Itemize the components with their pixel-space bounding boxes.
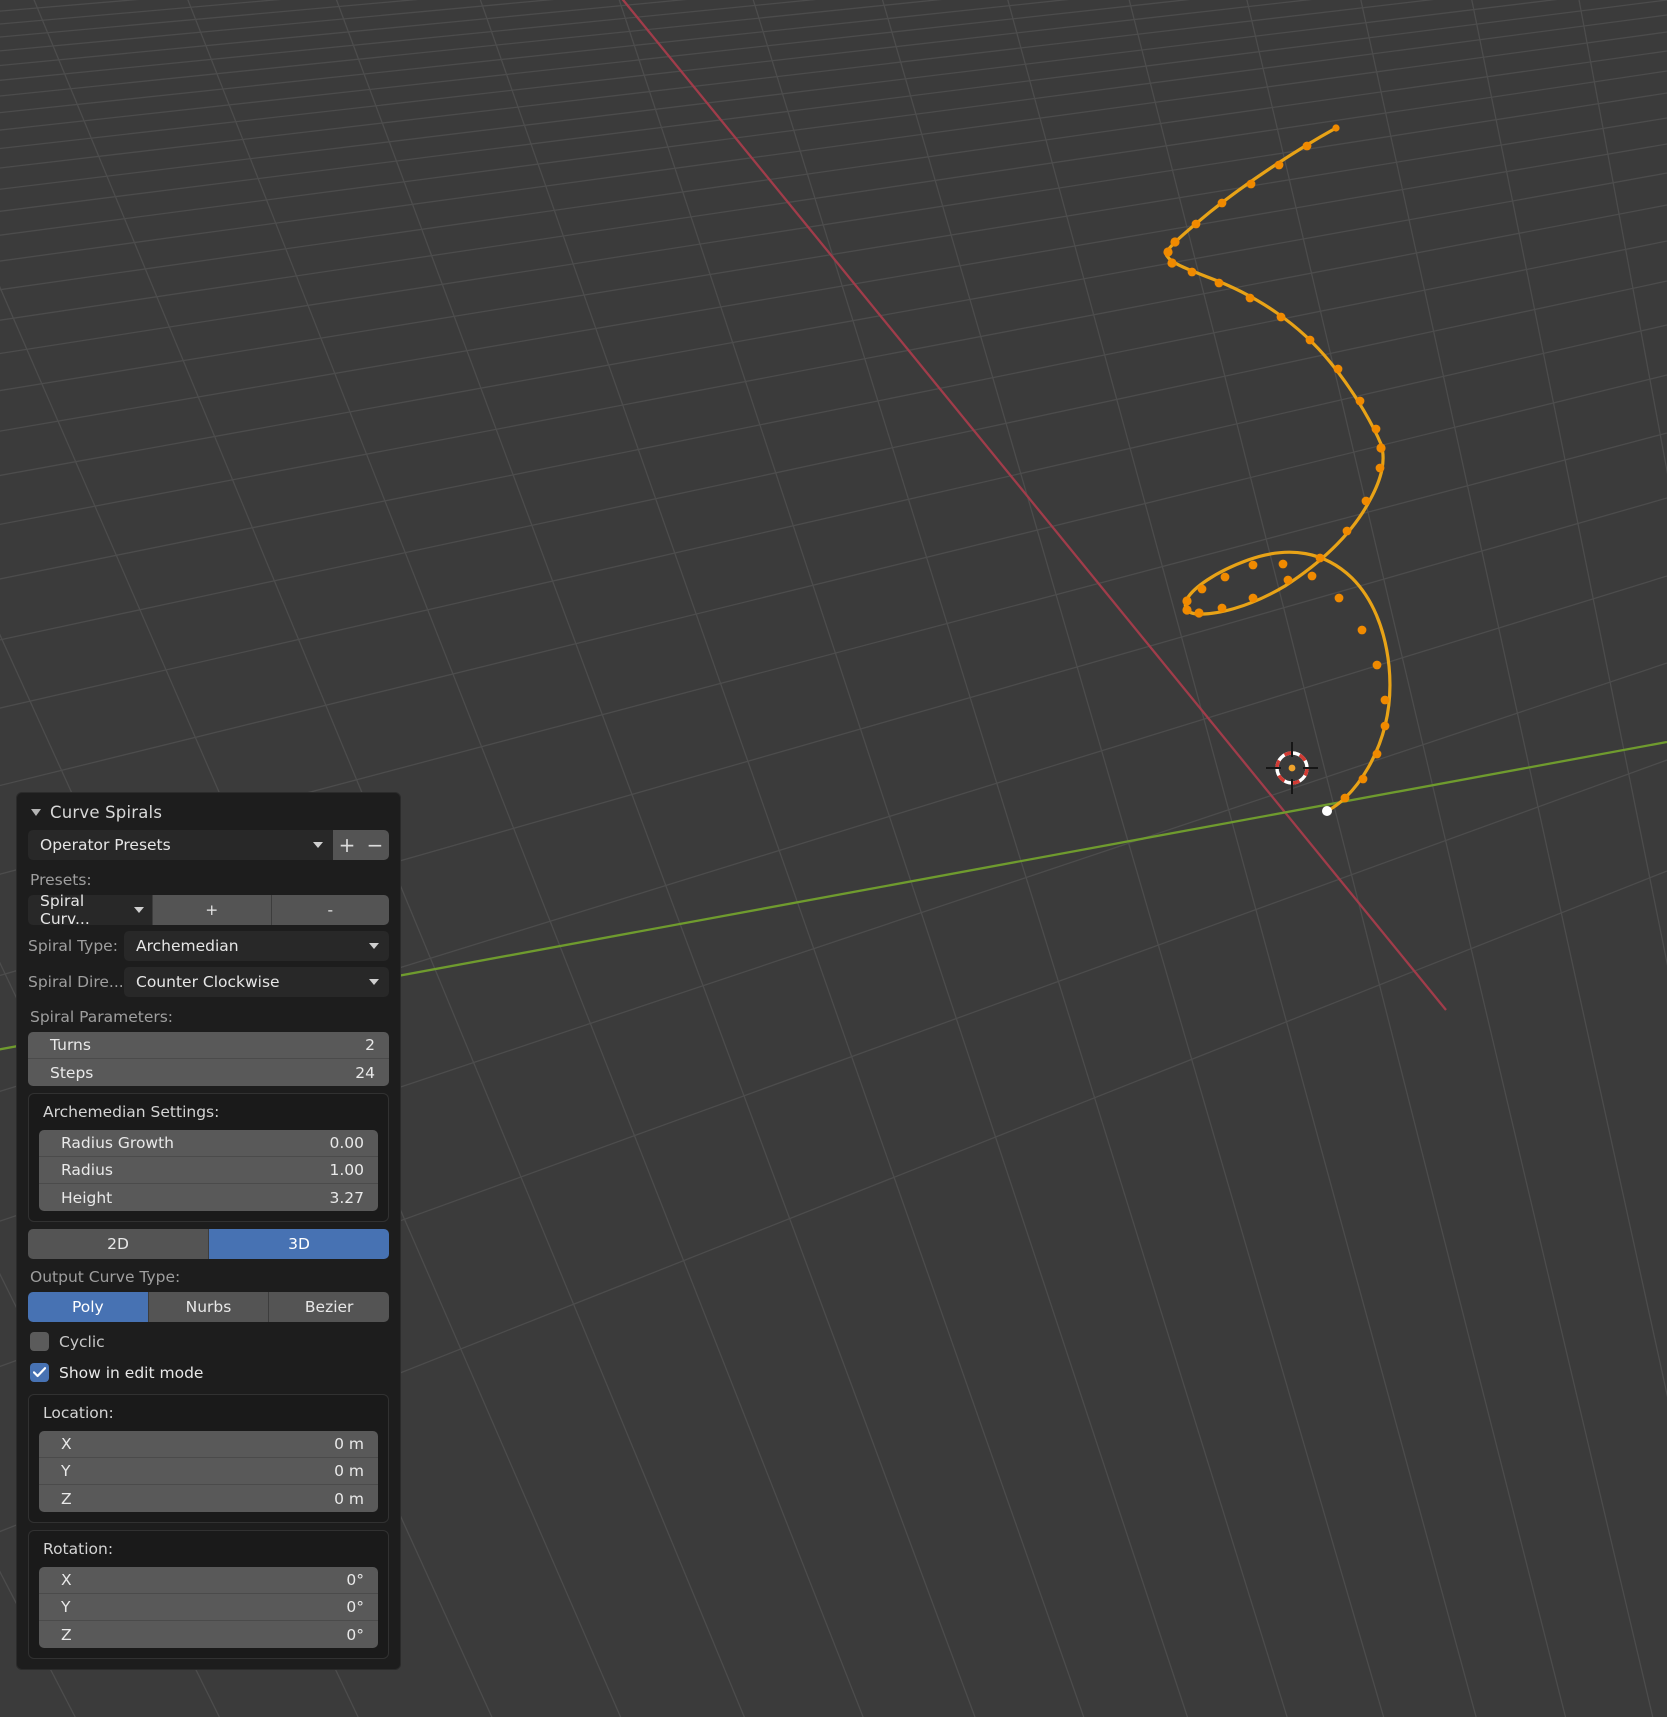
operator-presets-dropdown[interactable]: Operator Presets (28, 830, 333, 860)
spiral-type-value: Archemedian (136, 937, 239, 955)
location-title: Location: (43, 1404, 114, 1422)
minus-icon: - (327, 901, 334, 919)
cyclic-checkbox[interactable] (30, 1332, 49, 1351)
location-box: Location: X 0 m Y 0 m Z 0 m (28, 1394, 389, 1523)
presets-section-label: Presets: (30, 871, 92, 889)
spiral-direction-dropdown[interactable]: Counter Clockwise (124, 967, 389, 997)
rotation-box: Rotation: X 0° Y 0° Z 0° (28, 1530, 389, 1659)
preset-dropdown[interactable]: Spiral Curv... (28, 892, 152, 928)
cyclic-row[interactable]: Cyclic (28, 1326, 389, 1357)
3d-cursor (1266, 742, 1318, 794)
location-y-value: 0 m (334, 1462, 364, 1480)
plus-icon: + (205, 901, 219, 919)
panel-title: Curve Spirals (50, 803, 163, 822)
dimension-toggle: 2D 3D (28, 1229, 389, 1259)
height-field[interactable]: Height 3.27 (39, 1184, 378, 1211)
location-y-field[interactable]: Y 0 m (39, 1458, 378, 1485)
rotation-y-field[interactable]: Y 0° (39, 1594, 378, 1621)
curve-vertices (1163, 124, 1390, 803)
radius-label: Radius (61, 1161, 113, 1179)
chevron-down-icon (369, 979, 379, 985)
operator-redo-panel: Curve Spirals Operator Presets + − Prese… (16, 792, 401, 1670)
chevron-down-icon (134, 907, 144, 913)
radius-field[interactable]: Radius 1.00 (39, 1157, 378, 1184)
output-curve-type-label: Output Curve Type: (30, 1268, 181, 1286)
curve-type-nurbs-button[interactable]: Nurbs (148, 1292, 270, 1322)
radius-value: 1.00 (329, 1161, 364, 1179)
turns-label: Turns (50, 1036, 91, 1054)
steps-value: 24 (355, 1063, 375, 1082)
triangle-down-icon[interactable] (31, 809, 41, 816)
radius-growth-label: Radius Growth (61, 1134, 175, 1152)
show-in-edit-mode-row[interactable]: Show in edit mode (28, 1357, 389, 1388)
archemedian-fields: Radius Growth 0.00 Radius 1.00 Height 3.… (39, 1130, 378, 1211)
turns-value: 2 (365, 1036, 375, 1054)
archemedian-settings-title: Archemedian Settings: (43, 1103, 220, 1121)
spiral-curve[interactable] (1163, 124, 1392, 816)
spiral-direction-label: Spiral Dire... (28, 973, 124, 991)
rotation-x-field[interactable]: X 0° (39, 1567, 378, 1594)
show-in-edit-mode-label: Show in edit mode (59, 1363, 204, 1382)
height-value: 3.27 (329, 1188, 364, 1207)
height-label: Height (61, 1188, 113, 1207)
curve-type-poly-button[interactable]: Poly (28, 1292, 149, 1322)
spiral-type-dropdown[interactable]: Archemedian (124, 931, 389, 961)
show-in-edit-mode-checkbox[interactable] (30, 1363, 49, 1382)
preset-remove-button[interactable]: - (270, 895, 389, 925)
location-z-value: 0 m (334, 1489, 364, 1508)
location-z-label: Z (61, 1489, 72, 1508)
radius-growth-value: 0.00 (329, 1134, 364, 1152)
steps-label: Steps (50, 1063, 94, 1082)
blender-window: Curve Spirals Operator Presets + − Prese… (0, 0, 1667, 1717)
preset-dropdown-row: Spiral Curv... + - (28, 892, 389, 928)
dimension-2d-button[interactable]: 2D (28, 1229, 209, 1259)
rotation-title: Rotation: (43, 1540, 114, 1558)
plus-icon: + (338, 833, 356, 857)
preset-add-button[interactable]: + (152, 895, 271, 925)
remove-preset-button[interactable]: − (361, 830, 389, 860)
radius-growth-field[interactable]: Radius Growth 0.00 (39, 1130, 378, 1157)
location-x-value: 0 m (334, 1435, 364, 1453)
chevron-down-icon (313, 842, 323, 848)
rotation-fields: X 0° Y 0° Z 0° (39, 1567, 378, 1648)
rotation-x-value: 0° (346, 1571, 364, 1589)
minus-icon: − (366, 833, 384, 857)
location-z-field[interactable]: Z 0 m (39, 1485, 378, 1512)
spiral-direction-row: Spiral Dire... Counter Clockwise (28, 967, 389, 997)
dimension-3d-button[interactable]: 3D (209, 1229, 389, 1259)
add-preset-button[interactable]: + (333, 830, 361, 860)
rotation-y-label: Y (61, 1598, 71, 1616)
archemedian-settings-box: Archemedian Settings: Radius Growth 0.00… (28, 1093, 389, 1222)
active-vertex (1322, 806, 1332, 816)
panel-header[interactable]: Curve Spirals (17, 793, 400, 830)
operator-presets-row: Operator Presets + − (28, 830, 389, 860)
rotation-z-label: Z (61, 1625, 72, 1644)
spiral-parameters-group: Turns 2 Steps 24 (28, 1032, 389, 1086)
location-x-field[interactable]: X 0 m (39, 1431, 378, 1458)
location-fields: X 0 m Y 0 m Z 0 m (39, 1431, 378, 1512)
rotation-z-value: 0° (346, 1625, 364, 1644)
check-icon (33, 1367, 46, 1378)
panel-body: Operator Presets + − Presets: Spiral Cur… (17, 830, 400, 1665)
output-curve-type-toggle: Poly Nurbs Bezier (28, 1292, 389, 1322)
spiral-parameters-label: Spiral Parameters: (30, 1008, 174, 1026)
location-x-label: X (61, 1435, 72, 1453)
steps-field[interactable]: Steps 24 (28, 1059, 389, 1086)
rotation-y-value: 0° (346, 1598, 364, 1616)
cyclic-label: Cyclic (59, 1332, 105, 1351)
spiral-direction-value: Counter Clockwise (136, 973, 280, 991)
spiral-type-row: Spiral Type: Archemedian (28, 931, 389, 961)
location-y-label: Y (61, 1462, 71, 1480)
rotation-x-label: X (61, 1571, 72, 1589)
rotation-z-field[interactable]: Z 0° (39, 1621, 378, 1648)
spiral-type-label: Spiral Type: (28, 937, 118, 955)
preset-dropdown-value: Spiral Curv... (40, 892, 90, 928)
chevron-down-icon (369, 943, 379, 949)
operator-presets-value: Operator Presets (40, 836, 171, 854)
turns-field[interactable]: Turns 2 (28, 1032, 389, 1059)
curve-type-bezier-button[interactable]: Bezier (269, 1292, 389, 1322)
